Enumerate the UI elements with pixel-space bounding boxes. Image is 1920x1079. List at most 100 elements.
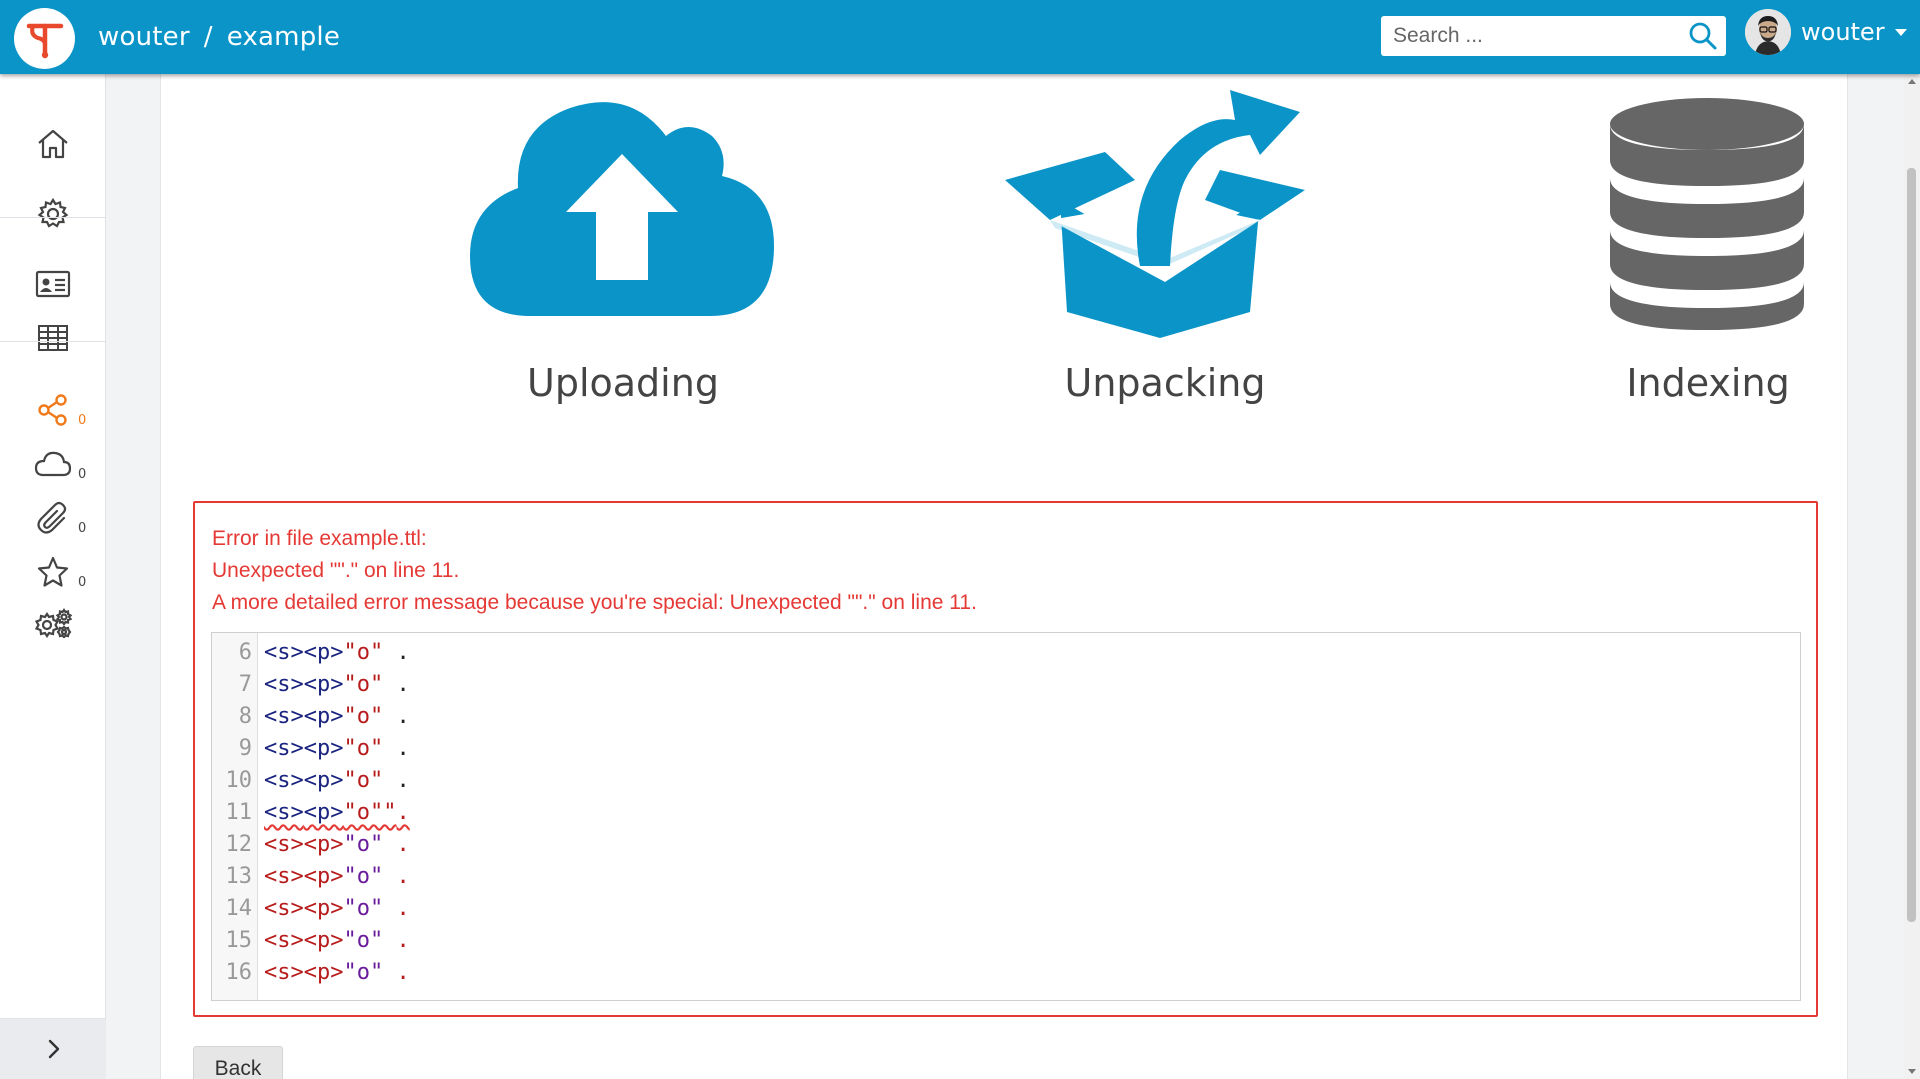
code-line: 14 <s><p>"o" . [212,893,1800,925]
predicate-token: <p> [303,768,344,793]
chevron-right-icon [48,1039,60,1059]
object-token: "o" [343,672,384,697]
user-menu[interactable]: wouter [1745,9,1907,55]
sidebar-item-admin[interactable] [0,598,106,650]
terminator-token: . [383,736,410,761]
main-card: Uploading Unpacking Indexing Error in fi… [160,74,1848,1079]
stories-count: 0 [78,575,87,590]
subject-token: <s> [264,704,304,729]
subject-token: <s> [264,800,304,825]
terminator-token: . [383,960,410,985]
code-line: 9 <s><p>"o" . [212,733,1800,765]
step-label: Indexing [1626,361,1790,405]
home-icon [38,129,68,159]
page-scrollbar[interactable] [1904,74,1920,1079]
predicate-token: <p> [303,896,344,921]
search-input[interactable] [1381,16,1671,56]
predicate-token: <p> [303,800,344,825]
predicate-token: <p> [303,736,344,761]
predicate-token: <p> [303,640,344,665]
sidebar-expand-button[interactable] [0,1018,106,1079]
code-line: 12 <s><p>"o" . [212,829,1800,861]
predicate-token: <p> [303,672,344,697]
step-label: Unpacking [1064,361,1266,405]
line-number: 11 [225,800,253,825]
object-token: "o" [343,896,384,921]
subject-token: <s> [264,640,304,665]
subject-token: <s> [264,768,304,793]
object-token: "o" [343,736,384,761]
error-panel: Error in file example.ttl: Unexpected ""… [193,501,1818,1017]
breadcrumb-dataset[interactable]: example [227,22,340,52]
sidebar-item-home[interactable] [0,118,106,170]
sidebar-item-settings[interactable] [0,188,106,240]
code-line-error: 11 <s><p>"o"". [212,797,1800,829]
services-count: 0 [78,467,87,482]
sidebar-item-stories[interactable]: 0 [0,546,106,598]
gears-icon [34,608,73,639]
error-file-line: Error in file example.ttl: [212,527,427,550]
search-box [1381,16,1726,56]
predicate-token: <p> [303,928,344,953]
breadcrumb-separator: / [203,22,213,52]
breadcrumb: wouter / example [98,22,340,52]
predicate-token: <p> [303,864,344,889]
predicate-token: <p> [303,832,344,857]
object-token: "o" [343,960,384,985]
object-token: "o" [343,640,384,665]
sidebar-item-graphs[interactable]: 0 [0,384,106,436]
sidebar-item-assets[interactable]: 0 [0,492,106,544]
terminator-token: . [383,768,410,793]
breadcrumb-user[interactable]: wouter [98,22,190,52]
back-button[interactable]: Back [193,1046,283,1079]
terminator-token: . [383,832,410,857]
avatar [1745,9,1791,55]
table-icon [38,325,68,351]
object-token: "o" [343,768,384,793]
line-number: 15 [225,928,253,953]
sidebar-item-services[interactable]: 0 [0,438,106,490]
cloud-icon [34,451,72,477]
scroll-down-arrow-icon[interactable] [1908,1069,1916,1074]
object-token: "o" [343,832,384,857]
code-line: 15 <s><p>"o" . [212,925,1800,957]
subject-token: <s> [264,960,304,985]
code-viewer[interactable]: 6 <s><p>"o" . 7 <s><p>"o" . 8 <s><p>"o" … [211,632,1801,1001]
sidebar-item-table[interactable] [0,312,106,364]
triply-logo[interactable] [14,8,75,69]
cloud-upload-icon [470,102,774,316]
line-number: 9 [238,736,252,761]
graphs-count: 0 [78,413,87,428]
terminator-token: . [383,896,410,921]
code-line: 10 <s><p>"o" . [212,765,1800,797]
scroll-up-arrow-icon[interactable] [1908,79,1916,84]
code-line: 13 <s><p>"o" . [212,861,1800,893]
line-number: 10 [225,768,253,793]
box-open-icon [1005,90,1305,338]
subject-token: <s> [264,896,304,921]
line-number: 12 [225,832,253,857]
terminator-token: . [396,800,410,825]
gear-icon [37,197,69,228]
line-number: 8 [238,704,252,729]
line-number: 6 [238,640,252,665]
line-number: 16 [225,960,253,985]
line-number: 13 [225,864,253,889]
search-icon[interactable] [1688,21,1718,56]
error-detail-line: A more detailed error message because yo… [212,591,977,614]
code-line: 16 <s><p>"o" . [212,957,1800,989]
object-token: "o" [343,928,384,953]
chevron-down-icon [1894,28,1907,36]
scrollbar-thumb[interactable] [1907,168,1916,922]
subject-token: <s> [264,864,304,889]
sidebar-item-information[interactable] [0,258,106,310]
share-graph-icon [38,394,67,426]
code-line: 8 <s><p>"o" . [212,701,1800,733]
subject-token: <s> [264,736,304,761]
sidebar: 0 0 0 0 [0,74,106,1079]
terminator-token: . [383,864,410,889]
assets-count: 0 [78,521,87,536]
code-line: 6 <s><p>"o" . [212,637,1800,669]
predicate-token: <p> [303,960,344,985]
predicate-token: <p> [303,704,344,729]
